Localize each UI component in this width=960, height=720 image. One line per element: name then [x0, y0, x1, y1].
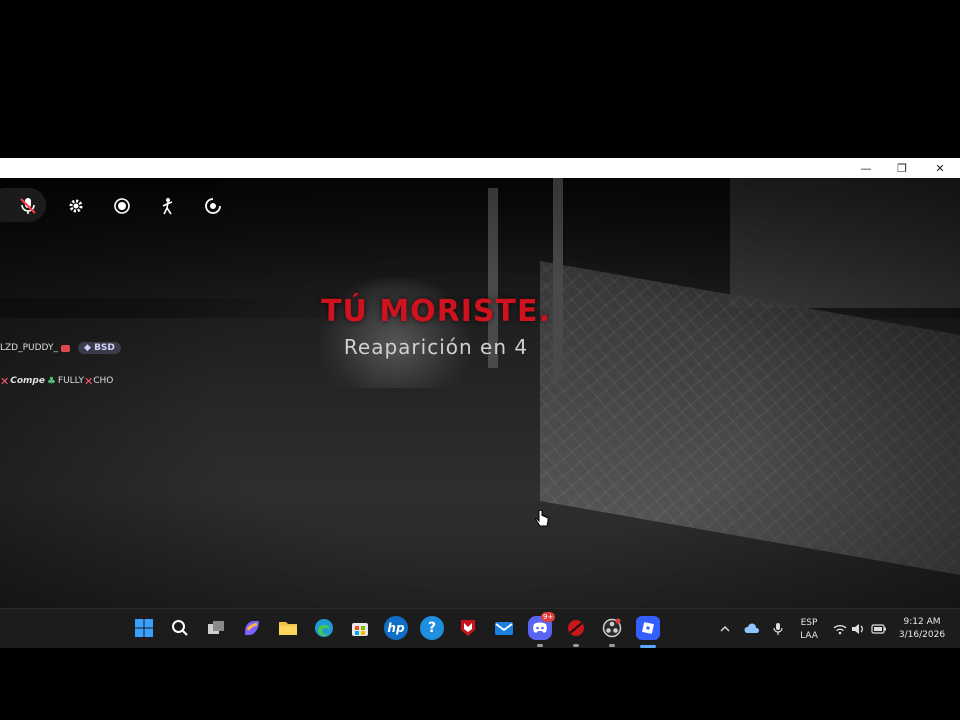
- diamond-icon: ◆: [84, 343, 95, 353]
- clan-badge: ◆ BSD: [78, 342, 121, 354]
- restore-button[interactable]: ❐: [884, 158, 920, 178]
- x-icon: ✕: [84, 374, 94, 388]
- discord-notification-badge: 9+: [541, 612, 556, 622]
- respawn-countdown: Reaparición en 4: [343, 335, 529, 359]
- microphone-icon[interactable]: [770, 609, 786, 649]
- microphone-muted-icon[interactable]: [16, 194, 40, 218]
- leaf-icon: ♣: [46, 375, 56, 387]
- letterbox-bottom: [0, 648, 960, 720]
- onedrive-icon[interactable]: [742, 609, 762, 649]
- x-icon: ✕: [0, 374, 10, 388]
- gear-icon[interactable]: [64, 194, 88, 218]
- store-icon[interactable]: [348, 616, 372, 640]
- running-indicator: [573, 644, 579, 647]
- chevron-up-icon[interactable]: [716, 609, 734, 649]
- keyboard-layout: LAA: [800, 631, 818, 641]
- mail-icon[interactable]: [492, 616, 516, 640]
- player-tag-suffix: CHO: [93, 376, 114, 386]
- scene-vignette: [0, 178, 960, 608]
- player-tag-prefix: Compe: [10, 376, 45, 386]
- player-tag-middle: FULLY: [57, 376, 85, 386]
- running-indicator: [609, 644, 615, 647]
- start-icon[interactable]: [132, 616, 156, 640]
- backpack-icon[interactable]: [201, 194, 225, 218]
- language-indicator[interactable]: ESP LAA: [796, 617, 822, 643]
- battery-icon[interactable]: [870, 609, 888, 649]
- copilot-icon[interactable]: [240, 616, 264, 640]
- wifi-icon[interactable]: [832, 609, 848, 649]
- task-view-icon[interactable]: [204, 616, 228, 640]
- windows-taskbar: hp ? 9+ ESP LAA 9:12 AM 3/16/2026: [0, 608, 960, 649]
- mcafee-icon[interactable]: [456, 616, 480, 640]
- help-icon[interactable]: ?: [420, 616, 444, 640]
- edge-icon[interactable]: [312, 616, 336, 640]
- search-icon[interactable]: [168, 616, 192, 640]
- hp-icon[interactable]: hp: [384, 616, 408, 640]
- player-tag: ✕ Compe ♣ FULLY ✕ CHO: [0, 373, 113, 389]
- player-flag-icon: [61, 344, 70, 352]
- player-name: LZD_PUDDY_: [0, 343, 58, 353]
- letterbox-top: [0, 0, 960, 158]
- emote-icon[interactable]: [156, 194, 180, 218]
- hand-cursor-icon: [535, 510, 549, 527]
- clock-time: 9:12 AM: [903, 617, 941, 627]
- window-titlebar: — ❐ ✕: [0, 158, 960, 179]
- obs-icon[interactable]: [600, 616, 624, 640]
- roblox-icon[interactable]: [636, 616, 660, 640]
- minimize-button[interactable]: —: [848, 158, 884, 178]
- file-explorer-icon[interactable]: [276, 616, 300, 640]
- clock-date: 3/16/2026: [898, 630, 946, 640]
- game-viewport[interactable]: TÚ MORISTE. Reaparición en 4 LZD_PUDDY_ …: [0, 178, 960, 608]
- blocked-app-icon[interactable]: [564, 616, 588, 640]
- player-tag: LZD_PUDDY_ ◆ BSD: [0, 340, 121, 356]
- close-button[interactable]: ✕: [922, 158, 958, 178]
- death-title: TÚ MORISTE.: [321, 294, 551, 329]
- volume-icon[interactable]: [850, 609, 866, 649]
- language-code: ESP: [800, 618, 818, 628]
- clock[interactable]: 9:12 AM 3/16/2026: [894, 616, 950, 642]
- record-icon[interactable]: [110, 194, 134, 218]
- running-indicator: [537, 644, 543, 647]
